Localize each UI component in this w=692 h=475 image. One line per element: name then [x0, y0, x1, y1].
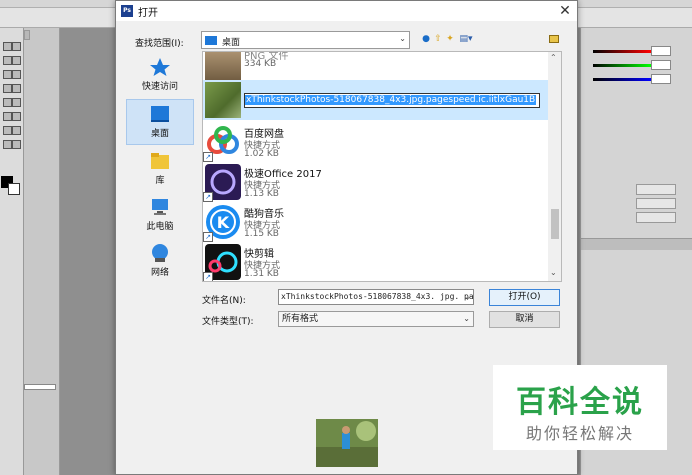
place-label: 桌面	[150, 129, 169, 139]
red-slider[interactable]	[593, 50, 651, 53]
watermark-title: 百科全说	[516, 385, 644, 420]
new-folder-icon[interactable]: ✦	[445, 34, 455, 44]
place-library[interactable]: 库	[126, 147, 194, 193]
desktop-folder-icon	[205, 36, 217, 45]
tool-icon[interactable]	[12, 98, 21, 107]
blue-slider[interactable]	[593, 78, 651, 81]
list-item-selected[interactable]: xThinkstockPhotos-518067838_4x3.jpg.page…	[203, 80, 549, 120]
photoshop-app-icon: Ps	[121, 5, 133, 17]
tool-icon[interactable]	[12, 70, 21, 79]
tool-icon[interactable]	[3, 70, 12, 79]
filename-label: 文件名(N):	[202, 296, 246, 306]
file-size: 1.31 KB	[244, 269, 279, 279]
places-bar: 快速访问 桌面 库 此电脑 网络	[124, 51, 196, 281]
place-this-pc[interactable]: 此电脑	[126, 193, 194, 239]
tool-icon[interactable]	[12, 126, 21, 135]
panel-action-button[interactable]	[636, 198, 676, 209]
place-desktop[interactable]: 桌面	[126, 99, 194, 145]
shortcut-arrow-icon: ↗	[203, 192, 213, 202]
file-size: 1.02 KB	[244, 149, 279, 159]
up-folder-icon[interactable]: ⇧	[433, 34, 443, 44]
image-thumbnail	[205, 82, 241, 118]
list-item[interactable]: K ↗ 酷狗音乐 快捷方式 1.15 KB	[203, 202, 549, 242]
vertical-scrollbar[interactable]: ⌃ ⌄	[548, 52, 561, 281]
list-item[interactable]: ↗ 百度网盘 快捷方式 1.02 KB	[203, 122, 549, 162]
file-size: 334 KB	[244, 59, 277, 69]
place-network[interactable]: 网络	[126, 239, 194, 285]
shortcut-arrow-icon: ↗	[203, 272, 213, 281]
filetype-dropdown[interactable]: 所有格式 ⌄	[278, 311, 474, 327]
panel-action-button[interactable]	[636, 212, 676, 223]
rename-text: xThinkstockPhotos-518067838_4x3.jpg.page…	[245, 95, 537, 105]
tool-icon[interactable]	[3, 140, 12, 149]
svg-text:K: K	[217, 213, 230, 232]
red-value-field[interactable]	[651, 46, 671, 56]
dialog-titlebar: Ps 打开 ✕	[116, 1, 577, 21]
close-button[interactable]: ✕	[556, 2, 574, 20]
chevron-down-icon[interactable]: ⌄	[465, 290, 470, 304]
image-thumbnail	[205, 52, 241, 82]
dialog-title: 打开	[138, 8, 158, 19]
tool-icon[interactable]	[12, 112, 21, 121]
chevron-down-icon: ⌄	[399, 34, 406, 43]
view-menu-icon[interactable]: ▤▾	[457, 34, 475, 44]
desktop-icon	[151, 106, 169, 122]
list-item[interactable]: ↗ 快剪辑 快捷方式 1.31 KB	[203, 242, 549, 281]
lookin-dropdown[interactable]: 桌面 ⌄	[201, 31, 410, 49]
tool-icon[interactable]	[3, 98, 12, 107]
navigator-tab[interactable]	[24, 30, 30, 40]
tool-icon[interactable]	[3, 112, 12, 121]
tool-icon[interactable]	[12, 56, 21, 65]
place-label: 快速访问	[141, 82, 178, 92]
file-size: 1.13 KB	[244, 189, 279, 199]
panel-action-button[interactable]	[636, 184, 676, 195]
tool-icon[interactable]	[3, 42, 12, 51]
computer-icon	[152, 199, 168, 215]
place-label: 网络	[150, 268, 169, 278]
shortcut-arrow-icon: ↗	[203, 152, 213, 162]
lookin-value: 桌面	[222, 38, 241, 48]
scroll-down-icon[interactable]: ⌄	[550, 268, 557, 277]
filename-field[interactable]: xThinkstockPhotos-518067838_4x3. jpg. pa…	[278, 289, 474, 305]
tool-icon[interactable]	[3, 56, 12, 65]
place-quick-access[interactable]: 快速访问	[126, 53, 194, 99]
list-item[interactable]: ↗ 极速Office 2017 快捷方式 1.13 KB	[203, 162, 549, 202]
green-slider[interactable]	[593, 64, 651, 67]
chevron-down-icon: ⌄	[463, 314, 470, 323]
layers-panel-header	[581, 238, 692, 250]
shortcut-arrow-icon: ↗	[203, 232, 213, 242]
library-icon	[151, 153, 169, 169]
tool-icon[interactable]	[12, 140, 21, 149]
blue-value-field[interactable]	[651, 74, 671, 84]
file-list[interactable]: PNG 文件 334 KB xThinkstockPhotos-51806783…	[202, 51, 562, 282]
ps-toolbox	[0, 28, 24, 475]
back-icon[interactable]: ●	[421, 34, 431, 44]
tool-icon[interactable]	[12, 42, 21, 51]
tool-icon[interactable]	[12, 84, 21, 93]
watermark-logo: 百科全说 助你轻松解决	[493, 365, 667, 450]
cancel-button[interactable]: 取消	[489, 311, 560, 328]
lookin-label: 查找范围(I):	[135, 39, 184, 49]
open-button[interactable]: 打开(O)	[489, 289, 560, 306]
place-label: 此电脑	[146, 222, 174, 232]
scroll-thumb[interactable]	[551, 209, 559, 239]
place-label: 库	[155, 176, 165, 186]
filename-value: xThinkstockPhotos-518067838_4x3. jpg. pa	[281, 292, 474, 301]
scroll-up-icon[interactable]: ⌃	[550, 53, 557, 62]
filetype-label: 文件类型(T):	[202, 317, 254, 327]
star-icon	[150, 58, 170, 76]
file-size: 1.15 KB	[244, 229, 279, 239]
tool-icon[interactable]	[3, 126, 12, 135]
rename-input[interactable]: xThinkstockPhotos-518067838_4x3.jpg.page…	[244, 93, 540, 108]
green-value-field[interactable]	[651, 60, 671, 70]
tool-icon[interactable]	[3, 84, 12, 93]
background-color-swatch[interactable]	[8, 183, 20, 195]
network-icon	[152, 244, 168, 262]
ps-navigator-panel	[24, 28, 60, 475]
image-preview	[316, 419, 378, 467]
watermark-subtitle: 助你轻松解决	[525, 424, 634, 443]
zoom-slider[interactable]	[24, 384, 56, 390]
create-folder-icon[interactable]	[549, 35, 559, 43]
filetype-value: 所有格式	[282, 314, 319, 324]
